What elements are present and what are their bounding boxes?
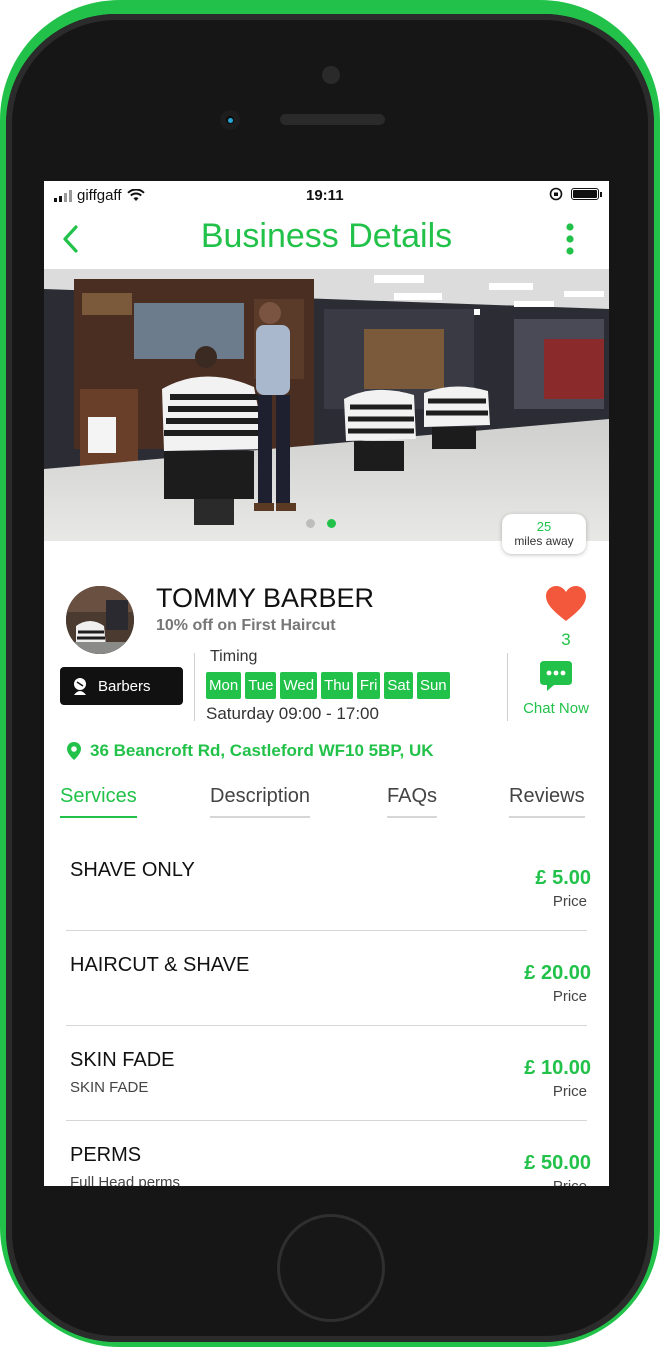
tab-services[interactable]: Services (60, 785, 137, 818)
category-label: Barbers (98, 677, 151, 695)
price-label: Price (552, 988, 587, 1005)
opening-days: Mon Tue Wed Thu Fri Sat Sun (206, 672, 450, 699)
distance-value: 25 (536, 519, 552, 534)
day-badge: Sat (384, 672, 413, 699)
tab-faqs[interactable]: FAQs (387, 785, 438, 818)
front-camera (220, 110, 240, 130)
service-price: £ 5.00 (535, 867, 591, 889)
chat-icon (540, 661, 572, 691)
earpiece-speaker (280, 114, 385, 125)
signal-icon (54, 189, 72, 202)
business-name: TOMMY BARBER (156, 583, 375, 613)
divider (194, 653, 195, 721)
service-name: PERMS (70, 1144, 142, 1166)
service-row[interactable]: PERMS Full Head perms £ 50.00 Price (66, 1120, 591, 1186)
chat-now-button[interactable]: Chat Now (516, 659, 596, 717)
more-options-button[interactable] (563, 221, 577, 257)
wifi-icon (126, 189, 145, 201)
barber-icon (74, 678, 86, 695)
address-text: 36 Beancroft Rd, Castleford WF10 5BP, UK (90, 741, 434, 760)
distance-unit: miles away (514, 534, 574, 548)
nav-bar: Business Details (44, 209, 609, 269)
service-price: £ 10.00 (524, 1057, 591, 1079)
distance-badge: 25 miles away (502, 514, 586, 554)
timing-label: Timing (210, 648, 258, 665)
carrier-group: giffgaff (54, 187, 145, 204)
carrier-name: giffgaff (77, 187, 122, 204)
service-row[interactable]: SKIN FADE SKIN FADE £ 10.00 Price (66, 1025, 591, 1121)
service-row[interactable]: HAIRCUT & SHAVE £ 20.00 Price (66, 930, 591, 1026)
carousel-dot-active[interactable] (327, 519, 336, 528)
proximity-sensor (322, 66, 340, 84)
day-badge: Mon (206, 672, 242, 699)
like-button[interactable]: 3 (544, 585, 588, 649)
day-badge: Sun (416, 672, 450, 699)
price-label: Price (552, 893, 587, 910)
business-avatar (66, 586, 134, 654)
service-name: SHAVE ONLY (70, 859, 195, 881)
page-title: Business Details (200, 217, 453, 255)
app-screen: giffgaff 19:11 Business Details 25 miles… (44, 181, 609, 1186)
tab-description[interactable]: Description (210, 785, 311, 818)
status-right (549, 187, 602, 201)
barbershop-photo (44, 269, 609, 541)
offer-text: 10% off on First Haircut (156, 617, 336, 634)
service-price: £ 50.00 (524, 1152, 591, 1174)
service-price: £ 20.00 (524, 962, 591, 984)
location-pin-icon (67, 742, 81, 760)
service-row[interactable]: SHAVE ONLY £ 5.00 Price (66, 835, 591, 931)
price-label: Price (553, 1178, 587, 1186)
avatar-image (66, 586, 134, 654)
day-badge: Wed (280, 672, 318, 699)
tab-bar: Services Description FAQs Reviews (44, 785, 609, 825)
tab-reviews[interactable]: Reviews (509, 785, 585, 818)
day-badge: Thu (321, 672, 353, 699)
price-label: Price (552, 1083, 587, 1100)
status-time: 19:11 (306, 187, 344, 204)
orientation-lock-icon (549, 187, 563, 201)
business-photo-carousel[interactable] (44, 269, 609, 541)
day-badge: Tue (245, 672, 277, 699)
day-badge: Fri (356, 672, 381, 699)
carousel-indicators (306, 519, 336, 528)
like-count: 3 (561, 630, 571, 649)
service-name: HAIRCUT & SHAVE (70, 954, 250, 976)
carousel-dot[interactable] (306, 519, 315, 528)
category-badge: Barbers (60, 667, 183, 705)
address-row[interactable]: 36 Beancroft Rd, Castleford WF10 5BP, UK (66, 741, 434, 761)
heart-icon (546, 586, 586, 621)
chat-now-label: Chat Now (523, 700, 589, 717)
divider (507, 653, 508, 721)
status-bar: giffgaff 19:11 (44, 181, 609, 209)
opening-hours: Saturday 09:00 - 17:00 (206, 704, 379, 723)
battery-icon (571, 188, 602, 200)
service-name: SKIN FADE (70, 1049, 175, 1071)
service-description: Full Head perms (70, 1174, 181, 1186)
service-description: SKIN FADE (70, 1079, 149, 1096)
home-button[interactable] (280, 1217, 382, 1319)
